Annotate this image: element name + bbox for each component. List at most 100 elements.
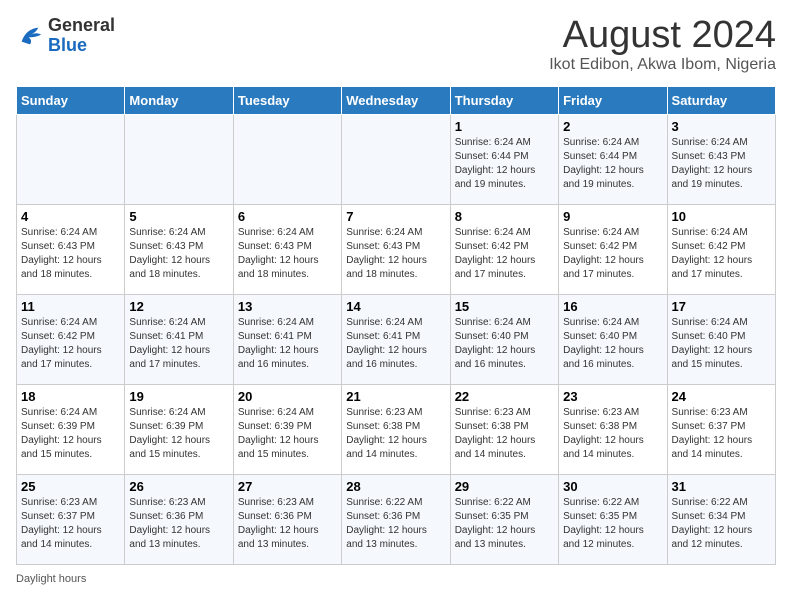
day-number: 1 bbox=[455, 119, 554, 134]
day-number: 3 bbox=[672, 119, 771, 134]
calendar-week-2: 4 Sunrise: 6:24 AM Sunset: 6:43 PM Daylig… bbox=[17, 205, 776, 295]
calendar-cell: 5 Sunrise: 6:24 AM Sunset: 6:43 PM Daylig… bbox=[125, 205, 233, 295]
day-number: 4 bbox=[21, 209, 120, 224]
day-number: 16 bbox=[563, 299, 662, 314]
page-header: General Blue August 2024 Ikot Edibon, Ak… bbox=[16, 16, 776, 74]
col-friday: Friday bbox=[559, 87, 667, 115]
calendar-cell: 17Sunrise: 6:24 AM Sunset: 6:40 PM Dayli… bbox=[667, 295, 775, 385]
calendar-cell: 6 Sunrise: 6:24 AM Sunset: 6:43 PM Daylig… bbox=[233, 205, 341, 295]
day-info: Sunrise: 6:24 AM Sunset: 6:44 PM Dayligh… bbox=[563, 136, 662, 192]
calendar-cell: 27 Sunrise: 6:23 AM Sunset: 6:36 PM Dayli… bbox=[233, 475, 341, 565]
logo: General Blue bbox=[16, 16, 115, 56]
calendar-cell: 18 Sunrise: 6:24 AM Sunset: 6:39 PM Dayli… bbox=[17, 385, 125, 475]
day-info: Sunrise: 6:24 AM Sunset: 6:42 PM Dayligh… bbox=[672, 226, 771, 282]
calendar-cell: 24 Sunrise: 6:23 AM Sunset: 6:37 PM Dayli… bbox=[667, 385, 775, 475]
day-number: 2 bbox=[563, 119, 662, 134]
footer: Daylight hours bbox=[16, 573, 776, 585]
calendar-week-5: 25Sunrise: 6:23 AM Sunset: 6:37 PM Dayli… bbox=[17, 475, 776, 565]
day-info: Sunrise: 6:23 AM Sunset: 6:38 PM Dayligh… bbox=[563, 406, 662, 462]
calendar-cell bbox=[342, 115, 450, 205]
day-info: Sunrise: 6:24 AM Sunset: 6:43 PM Dayligh… bbox=[672, 136, 771, 192]
day-number: 24 bbox=[672, 389, 771, 404]
calendar-cell bbox=[233, 115, 341, 205]
day-number: 23 bbox=[563, 389, 662, 404]
day-number: 18 bbox=[21, 389, 120, 404]
logo-general-text: General bbox=[48, 15, 115, 35]
day-info: Sunrise: 6:23 AM Sunset: 6:37 PM Dayligh… bbox=[672, 406, 771, 462]
calendar-cell: 12Sunrise: 6:24 AM Sunset: 6:41 PM Dayli… bbox=[125, 295, 233, 385]
col-saturday: Saturday bbox=[667, 87, 775, 115]
calendar-cell: 28Sunrise: 6:22 AM Sunset: 6:36 PM Dayli… bbox=[342, 475, 450, 565]
day-info: Sunrise: 6:22 AM Sunset: 6:35 PM Dayligh… bbox=[455, 496, 554, 552]
day-number: 9 bbox=[563, 209, 662, 224]
calendar-week-4: 18 Sunrise: 6:24 AM Sunset: 6:39 PM Dayli… bbox=[17, 385, 776, 475]
day-info: Sunrise: 6:24 AM Sunset: 6:41 PM Dayligh… bbox=[129, 316, 228, 372]
day-info: Sunrise: 6:24 AM Sunset: 6:41 PM Dayligh… bbox=[346, 316, 445, 372]
calendar-cell: 16 Sunrise: 6:24 AM Sunset: 6:40 PM Dayli… bbox=[559, 295, 667, 385]
day-number: 21 bbox=[346, 389, 445, 404]
day-number: 26 bbox=[129, 479, 228, 494]
day-number: 13 bbox=[238, 299, 337, 314]
day-number: 29 bbox=[455, 479, 554, 494]
calendar-cell: 23 Sunrise: 6:23 AM Sunset: 6:38 PM Dayli… bbox=[559, 385, 667, 475]
calendar-cell: 8 Sunrise: 6:24 AM Sunset: 6:42 PM Daylig… bbox=[450, 205, 558, 295]
day-info: Sunrise: 6:23 AM Sunset: 6:37 PM Dayligh… bbox=[21, 496, 120, 552]
col-tuesday: Tuesday bbox=[233, 87, 341, 115]
day-number: 19 bbox=[129, 389, 228, 404]
day-number: 22 bbox=[455, 389, 554, 404]
day-number: 7 bbox=[346, 209, 445, 224]
day-info: Sunrise: 6:24 AM Sunset: 6:42 PM Dayligh… bbox=[455, 226, 554, 282]
calendar-cell: 11 Sunrise: 6:24 AM Sunset: 6:42 PM Dayli… bbox=[17, 295, 125, 385]
day-info: Sunrise: 6:24 AM Sunset: 6:43 PM Dayligh… bbox=[21, 226, 120, 282]
calendar-cell: 30Sunrise: 6:22 AM Sunset: 6:35 PM Dayli… bbox=[559, 475, 667, 565]
day-info: Sunrise: 6:23 AM Sunset: 6:38 PM Dayligh… bbox=[346, 406, 445, 462]
calendar-cell: 13 Sunrise: 6:24 AM Sunset: 6:41 PM Dayli… bbox=[233, 295, 341, 385]
day-info: Sunrise: 6:24 AM Sunset: 6:40 PM Dayligh… bbox=[455, 316, 554, 372]
calendar-cell: 20 Sunrise: 6:24 AM Sunset: 6:39 PM Dayli… bbox=[233, 385, 341, 475]
calendar-week-3: 11 Sunrise: 6:24 AM Sunset: 6:42 PM Dayli… bbox=[17, 295, 776, 385]
day-number: 20 bbox=[238, 389, 337, 404]
day-info: Sunrise: 6:24 AM Sunset: 6:43 PM Dayligh… bbox=[238, 226, 337, 282]
day-info: Sunrise: 6:24 AM Sunset: 6:39 PM Dayligh… bbox=[238, 406, 337, 462]
day-number: 11 bbox=[21, 299, 120, 314]
day-number: 31 bbox=[672, 479, 771, 494]
month-year-title: August 2024 bbox=[549, 16, 776, 54]
day-info: Sunrise: 6:24 AM Sunset: 6:42 PM Dayligh… bbox=[563, 226, 662, 282]
day-info: Sunrise: 6:24 AM Sunset: 6:39 PM Dayligh… bbox=[21, 406, 120, 462]
calendar-header: Sunday Monday Tuesday Wednesday Thursday… bbox=[17, 87, 776, 115]
logo-bird-icon bbox=[16, 22, 44, 50]
day-info: Sunrise: 6:24 AM Sunset: 6:39 PM Dayligh… bbox=[129, 406, 228, 462]
header-row: Sunday Monday Tuesday Wednesday Thursday… bbox=[17, 87, 776, 115]
calendar-cell: 9 Sunrise: 6:24 AM Sunset: 6:42 PM Daylig… bbox=[559, 205, 667, 295]
day-info: Sunrise: 6:24 AM Sunset: 6:44 PM Dayligh… bbox=[455, 136, 554, 192]
day-info: Sunrise: 6:23 AM Sunset: 6:36 PM Dayligh… bbox=[238, 496, 337, 552]
day-number: 5 bbox=[129, 209, 228, 224]
day-info: Sunrise: 6:23 AM Sunset: 6:36 PM Dayligh… bbox=[129, 496, 228, 552]
day-info: Sunrise: 6:22 AM Sunset: 6:35 PM Dayligh… bbox=[563, 496, 662, 552]
logo-blue-text: Blue bbox=[48, 35, 87, 55]
day-info: Sunrise: 6:24 AM Sunset: 6:41 PM Dayligh… bbox=[238, 316, 337, 372]
day-number: 27 bbox=[238, 479, 337, 494]
day-info: Sunrise: 6:22 AM Sunset: 6:34 PM Dayligh… bbox=[672, 496, 771, 552]
day-number: 17 bbox=[672, 299, 771, 314]
calendar-body: 1 Sunrise: 6:24 AM Sunset: 6:44 PM Daylig… bbox=[17, 115, 776, 565]
day-info: Sunrise: 6:22 AM Sunset: 6:36 PM Dayligh… bbox=[346, 496, 445, 552]
calendar-cell: 31 Sunrise: 6:22 AM Sunset: 6:34 PM Dayli… bbox=[667, 475, 775, 565]
day-info: Sunrise: 6:24 AM Sunset: 6:40 PM Dayligh… bbox=[563, 316, 662, 372]
calendar-cell: 15Sunrise: 6:24 AM Sunset: 6:40 PM Dayli… bbox=[450, 295, 558, 385]
title-block: August 2024 Ikot Edibon, Akwa Ibom, Nige… bbox=[549, 16, 776, 74]
calendar-cell: 10Sunrise: 6:24 AM Sunset: 6:42 PM Dayli… bbox=[667, 205, 775, 295]
day-number: 14 bbox=[346, 299, 445, 314]
col-monday: Monday bbox=[125, 87, 233, 115]
calendar-cell: 14 Sunrise: 6:24 AM Sunset: 6:41 PM Dayli… bbox=[342, 295, 450, 385]
day-info: Sunrise: 6:24 AM Sunset: 6:42 PM Dayligh… bbox=[21, 316, 120, 372]
calendar-cell: 29 Sunrise: 6:22 AM Sunset: 6:35 PM Dayli… bbox=[450, 475, 558, 565]
day-info: Sunrise: 6:24 AM Sunset: 6:43 PM Dayligh… bbox=[129, 226, 228, 282]
day-number: 6 bbox=[238, 209, 337, 224]
calendar-table: Sunday Monday Tuesday Wednesday Thursday… bbox=[16, 86, 776, 565]
day-info: Sunrise: 6:24 AM Sunset: 6:43 PM Dayligh… bbox=[346, 226, 445, 282]
day-number: 8 bbox=[455, 209, 554, 224]
calendar-cell: 4 Sunrise: 6:24 AM Sunset: 6:43 PM Daylig… bbox=[17, 205, 125, 295]
daylight-label: Daylight hours bbox=[16, 573, 86, 585]
calendar-cell: 1 Sunrise: 6:24 AM Sunset: 6:44 PM Daylig… bbox=[450, 115, 558, 205]
